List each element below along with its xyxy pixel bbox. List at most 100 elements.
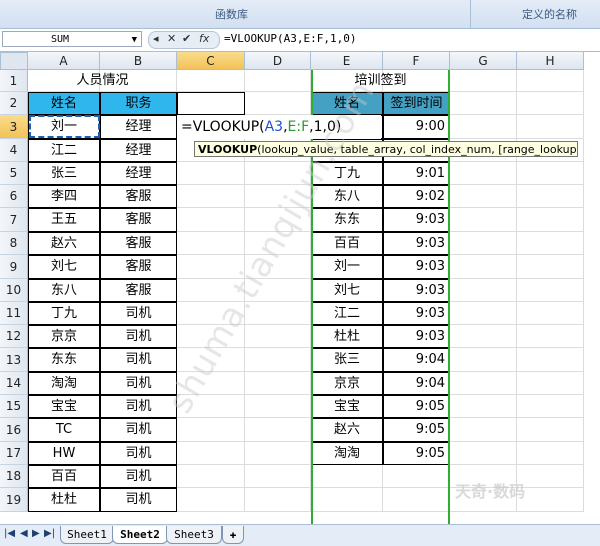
row-header-15[interactable]: 15 [0,395,28,418]
cell-h7[interactable] [517,208,584,232]
cell-h11[interactable] [517,302,584,325]
cell-g12[interactable] [450,325,517,348]
cell-e8[interactable]: 百百 [311,232,383,255]
column-header-b[interactable]: B [100,52,177,70]
cell-f2[interactable]: 签到时间 [383,92,450,115]
formula-input[interactable]: =VLOOKUP(A3,E:F,1,0) [224,32,356,45]
cell-g2[interactable] [450,92,517,115]
cell-f18[interactable] [383,465,450,488]
cell-b18[interactable]: 司机 [100,465,177,488]
cell-h2[interactable] [517,92,584,115]
cell-a8[interactable]: 赵六 [28,232,100,255]
last-sheet-icon[interactable]: ▶| [44,528,55,539]
column-header-g[interactable]: G [450,52,517,70]
row-header-11[interactable]: 11 [0,302,28,325]
cell-h8[interactable] [517,232,584,255]
cell-a17[interactable]: HW [28,442,100,465]
row-header-7[interactable]: 7 [0,208,28,232]
cell-h5[interactable] [517,162,584,185]
cell-e17[interactable]: 淘淘 [311,442,383,465]
cell-e16[interactable]: 赵六 [311,418,383,442]
cell-g14[interactable] [450,372,517,395]
cell-b13[interactable]: 司机 [100,348,177,372]
first-sheet-icon[interactable]: |◀ [4,528,15,539]
row-header-6[interactable]: 6 [0,185,28,208]
row-header-10[interactable]: 10 [0,279,28,302]
ribbon-group-defined-names[interactable]: 定义的名称 [522,6,577,22]
cell-e10[interactable]: 刘七 [311,279,383,302]
cell-h10[interactable] [517,279,584,302]
row-header-9[interactable]: 9 [0,255,28,279]
row-header-18[interactable]: 18 [0,465,28,488]
cell-f8[interactable]: 9:03 [383,232,450,255]
column-header-a[interactable]: A [28,52,100,70]
cell-h6[interactable] [517,185,584,208]
row-header-19[interactable]: 19 [0,488,28,512]
column-header-d[interactable]: D [245,52,311,70]
cell-f10[interactable]: 9:03 [383,279,450,302]
cell-g15[interactable] [450,395,517,418]
cell-g13[interactable] [450,348,517,372]
cell-f6[interactable]: 9:02 [383,185,450,208]
cell-h12[interactable] [517,325,584,348]
tooltip-function-name[interactable]: VLOOKUP [198,143,257,156]
next-sheet-icon[interactable]: ▶ [32,528,40,539]
cell-g10[interactable] [450,279,517,302]
cell-g16[interactable] [450,418,517,442]
cell-d19[interactable] [245,488,311,512]
cell-b12[interactable]: 司机 [100,325,177,348]
cell-b2[interactable]: 职务 [100,92,177,115]
cell-a18[interactable]: 百百 [28,465,100,488]
cell-a13[interactable]: 东东 [28,348,100,372]
cell-h14[interactable] [517,372,584,395]
cell-f12[interactable]: 9:03 [383,325,450,348]
prev-sheet-icon[interactable]: ◀ [20,528,28,539]
cell-c2[interactable] [177,92,245,115]
cell-b19[interactable]: 司机 [100,488,177,512]
cell-d1[interactable] [245,70,311,92]
tab-sheet3[interactable]: Sheet3 [166,526,222,544]
cell-b10[interactable]: 客服 [100,279,177,302]
cell-f11[interactable]: 9:03 [383,302,450,325]
cell-c16[interactable] [177,418,245,442]
select-all-corner[interactable] [0,52,28,70]
cell-c6[interactable] [177,185,245,208]
cell-h3[interactable] [517,115,584,139]
column-header-h[interactable]: H [517,52,584,70]
cell-g9[interactable] [450,255,517,279]
cell-g8[interactable] [450,232,517,255]
cell-h15[interactable] [517,395,584,418]
cell-f16[interactable]: 9:05 [383,418,450,442]
cell-a15[interactable]: 宝宝 [28,395,100,418]
cell-b6[interactable]: 客服 [100,185,177,208]
cell-b4[interactable]: 经理 [100,139,177,162]
cell-h13[interactable] [517,348,584,372]
cell-h18[interactable] [517,465,584,488]
cell-d17[interactable] [245,442,311,465]
cell-c18[interactable] [177,465,245,488]
cell-d13[interactable] [245,348,311,372]
cancel-icon[interactable]: ✕ [167,32,176,45]
cell-f17[interactable]: 9:05 [383,442,450,465]
cell-c8[interactable] [177,232,245,255]
cell-d16[interactable] [245,418,311,442]
cell-a7[interactable]: 王五 [28,208,100,232]
column-header-f[interactable]: F [383,52,450,70]
row-header-14[interactable]: 14 [0,372,28,395]
cell-g11[interactable] [450,302,517,325]
cell-e14[interactable]: 京京 [311,372,383,395]
insert-sheet-icon[interactable]: ✚ [222,526,244,544]
cell-d2[interactable] [245,92,311,115]
cell-f19[interactable] [383,488,450,512]
cell-e11[interactable]: 江二 [311,302,383,325]
cell-d14[interactable] [245,372,311,395]
cell-f3[interactable]: 9:00 [383,115,450,139]
cell-d12[interactable] [245,325,311,348]
cell-b16[interactable]: 司机 [100,418,177,442]
cell-g17[interactable] [450,442,517,465]
column-header-c[interactable]: C [177,52,245,70]
cell-a6[interactable]: 李四 [28,185,100,208]
row-header-3[interactable]: 3 [0,115,28,139]
row-header-2[interactable]: 2 [0,92,28,115]
cell-e15[interactable]: 宝宝 [311,395,383,418]
